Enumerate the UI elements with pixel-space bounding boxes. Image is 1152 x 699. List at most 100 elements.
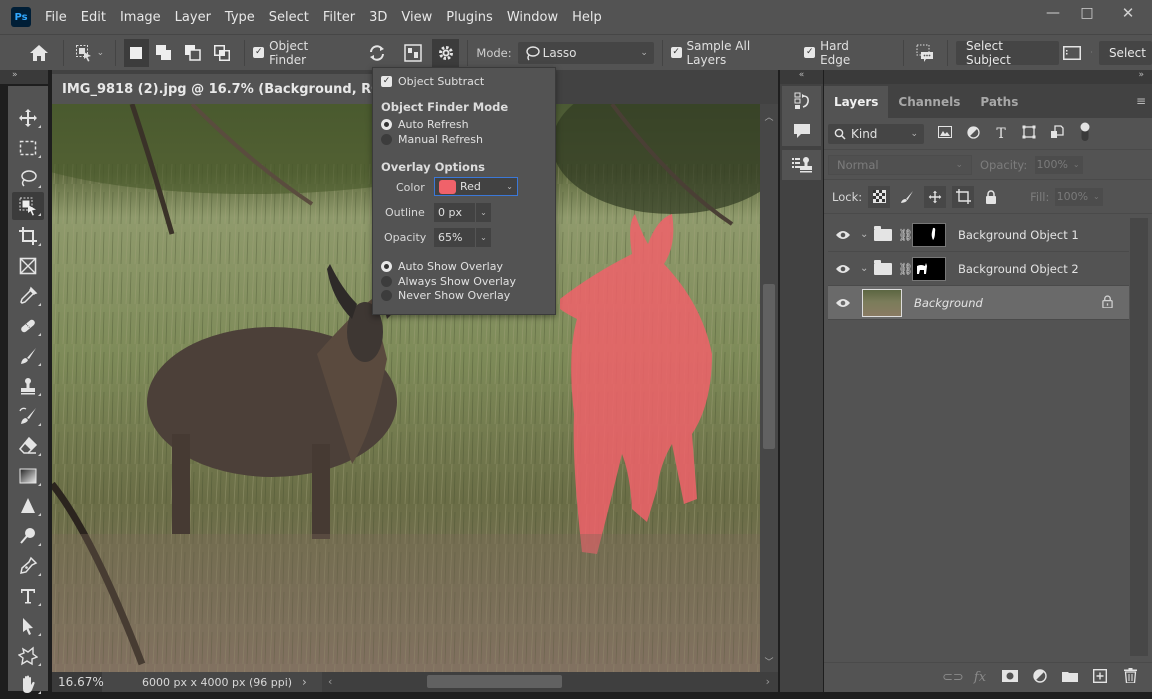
minimize-button[interactable]: — bbox=[1036, 0, 1070, 26]
lock-image-pixels-button[interactable] bbox=[896, 186, 918, 208]
mode-select[interactable]: Lasso ⌄ bbox=[517, 41, 654, 64]
tool-preset-picker[interactable]: ⌄ bbox=[72, 39, 107, 67]
chevron-down-icon[interactable]: ⌄ bbox=[1069, 155, 1084, 174]
menu-plugins[interactable]: Plugins bbox=[446, 10, 493, 25]
frame-tool[interactable] bbox=[12, 252, 44, 280]
expand-group-chevron-icon[interactable]: ⌄ bbox=[860, 229, 870, 240]
layer-row-background[interactable]: Background bbox=[828, 286, 1129, 320]
pen-tool[interactable] bbox=[12, 552, 44, 580]
zoom-level-field[interactable]: 16.67% bbox=[52, 672, 104, 692]
home-button[interactable] bbox=[22, 39, 55, 67]
clone-stamp-tool[interactable] bbox=[12, 372, 44, 400]
layer-mask-thumbnail[interactable] bbox=[912, 222, 946, 247]
horizontal-scroll-thumb[interactable] bbox=[427, 675, 562, 688]
visibility-eye-icon[interactable] bbox=[828, 230, 858, 240]
adjustment-layer-icon[interactable] bbox=[1032, 668, 1048, 687]
close-button[interactable]: ✕ bbox=[1104, 0, 1152, 26]
show-all-objects-button[interactable] bbox=[393, 39, 432, 67]
brush-tool[interactable] bbox=[12, 342, 44, 370]
new-layer-icon[interactable] bbox=[1092, 668, 1108, 687]
blur-tool[interactable] bbox=[12, 492, 44, 520]
select-subject-button[interactable]: Select Subject bbox=[955, 39, 1060, 67]
delete-layer-trash-icon[interactable] bbox=[1122, 668, 1138, 687]
history-brush-tool[interactable] bbox=[12, 402, 44, 430]
mask-link-icon[interactable]: ⛓ bbox=[898, 262, 913, 276]
add-mask-icon[interactable] bbox=[1002, 669, 1018, 686]
radio-always-show-overlay[interactable]: Always Show Overlay bbox=[381, 275, 516, 288]
outline-field[interactable]: 0 px ⌄ bbox=[434, 203, 491, 222]
radio-auto-refresh[interactable]: Auto Refresh bbox=[381, 118, 469, 131]
chevron-down-icon[interactable]: ⌄ bbox=[1089, 187, 1104, 206]
lock-artboard-button[interactable] bbox=[952, 185, 975, 208]
lock-position-button[interactable] bbox=[924, 185, 947, 208]
menu-edit[interactable]: Edit bbox=[81, 10, 106, 25]
lasso-tool[interactable] bbox=[12, 164, 44, 192]
collapse-panel-handle[interactable]: » bbox=[824, 70, 1152, 84]
refresh-object-finder-button[interactable] bbox=[360, 39, 393, 67]
status-menu-arrow[interactable]: › bbox=[302, 675, 322, 689]
expand-group-chevron-icon[interactable]: ⌄ bbox=[860, 263, 870, 274]
layer-image-thumbnail[interactable] bbox=[862, 288, 902, 317]
layer-row-background-object-2[interactable]: ⌄ ⛓ Background Object 2 bbox=[828, 252, 1129, 286]
blend-mode-select[interactable]: Normal ⌄ bbox=[828, 154, 972, 175]
clone-source-panel-button[interactable] bbox=[782, 150, 821, 180]
panel-menu-icon[interactable]: ≡ bbox=[1136, 94, 1146, 108]
type-layer-filter-icon[interactable]: T bbox=[994, 126, 1008, 142]
history-panel-button[interactable] bbox=[782, 86, 821, 116]
marquee-tool[interactable] bbox=[12, 134, 44, 162]
menu-image[interactable]: Image bbox=[120, 10, 161, 25]
chevron-down-icon[interactable]: ⌄ bbox=[475, 228, 491, 247]
type-tool[interactable] bbox=[12, 582, 44, 610]
healing-brush-tool[interactable] bbox=[12, 312, 44, 340]
new-selection-button[interactable] bbox=[123, 38, 150, 67]
select-subject-options-button[interactable] bbox=[1059, 39, 1084, 67]
dodge-tool[interactable] bbox=[12, 522, 44, 550]
menu-file[interactable]: File bbox=[45, 10, 67, 25]
menu-help[interactable]: Help bbox=[572, 10, 602, 25]
menu-view[interactable]: View bbox=[401, 10, 432, 25]
lock-transparent-pixels-button[interactable] bbox=[868, 185, 891, 208]
vertical-scroll-thumb[interactable] bbox=[763, 284, 775, 449]
menu-filter[interactable]: Filter bbox=[323, 10, 355, 25]
layers-scrollbar[interactable] bbox=[1130, 218, 1148, 656]
object-finder-settings-button[interactable] bbox=[432, 38, 460, 67]
add-to-selection-button[interactable] bbox=[149, 39, 178, 67]
object-selection-tool[interactable] bbox=[12, 192, 44, 220]
crop-tool[interactable] bbox=[12, 222, 44, 250]
filter-kind-select[interactable]: Kind ⌄ bbox=[828, 123, 924, 144]
menu-window[interactable]: Window bbox=[507, 10, 558, 25]
object-subtract-checkbox[interactable]: ✓ Object Subtract bbox=[381, 75, 484, 88]
scroll-left-icon[interactable]: ‹ bbox=[328, 675, 332, 688]
menu-3d[interactable]: 3D bbox=[369, 10, 387, 25]
menu-select[interactable]: Select bbox=[269, 10, 309, 25]
new-group-folder-icon[interactable] bbox=[1062, 670, 1078, 686]
sample-all-layers-checkbox[interactable]: ✓ Sample All Layers bbox=[670, 39, 791, 67]
layer-row-background-object-1[interactable]: ⌄ ⛓ Background Object 1 bbox=[828, 218, 1129, 252]
toolbar-collapse-handle[interactable]: » bbox=[0, 70, 48, 84]
layer-opacity-field[interactable]: 100% bbox=[1035, 155, 1070, 174]
overlay-color-select[interactable]: Red ⌄ bbox=[434, 177, 518, 196]
radio-auto-show-overlay[interactable]: Auto Show Overlay bbox=[381, 260, 503, 273]
tab-layers[interactable]: Layers bbox=[824, 86, 889, 118]
pixel-layer-filter-icon[interactable] bbox=[938, 126, 952, 141]
menu-type[interactable]: Type bbox=[225, 10, 255, 25]
mask-link-icon[interactable]: ⛓ bbox=[898, 228, 913, 242]
intersect-selection-button[interactable] bbox=[207, 39, 236, 67]
subtract-from-selection-button[interactable] bbox=[178, 39, 207, 67]
hand-tool[interactable] bbox=[12, 670, 44, 698]
visibility-eye-icon[interactable] bbox=[828, 264, 858, 274]
radio-manual-refresh[interactable]: Manual Refresh bbox=[381, 133, 483, 146]
canvas-horizontal-scrollbar[interactable]: ‹ › bbox=[322, 672, 778, 692]
lock-all-button[interactable] bbox=[980, 186, 1002, 208]
shape-tool[interactable] bbox=[12, 642, 44, 670]
shape-layer-filter-icon[interactable] bbox=[1022, 125, 1036, 142]
smart-object-filter-icon[interactable] bbox=[1050, 125, 1064, 142]
expand-panels-handle[interactable]: « bbox=[780, 70, 823, 84]
move-tool[interactable] bbox=[12, 104, 44, 132]
gradient-tool[interactable] bbox=[12, 462, 44, 490]
eyedropper-tool[interactable] bbox=[12, 282, 44, 310]
feedback-button[interactable] bbox=[912, 39, 939, 67]
layer-mask-thumbnail[interactable] bbox=[912, 256, 946, 281]
chevron-down-icon[interactable]: ⌄ bbox=[475, 203, 491, 222]
path-selection-tool[interactable] bbox=[12, 612, 44, 640]
